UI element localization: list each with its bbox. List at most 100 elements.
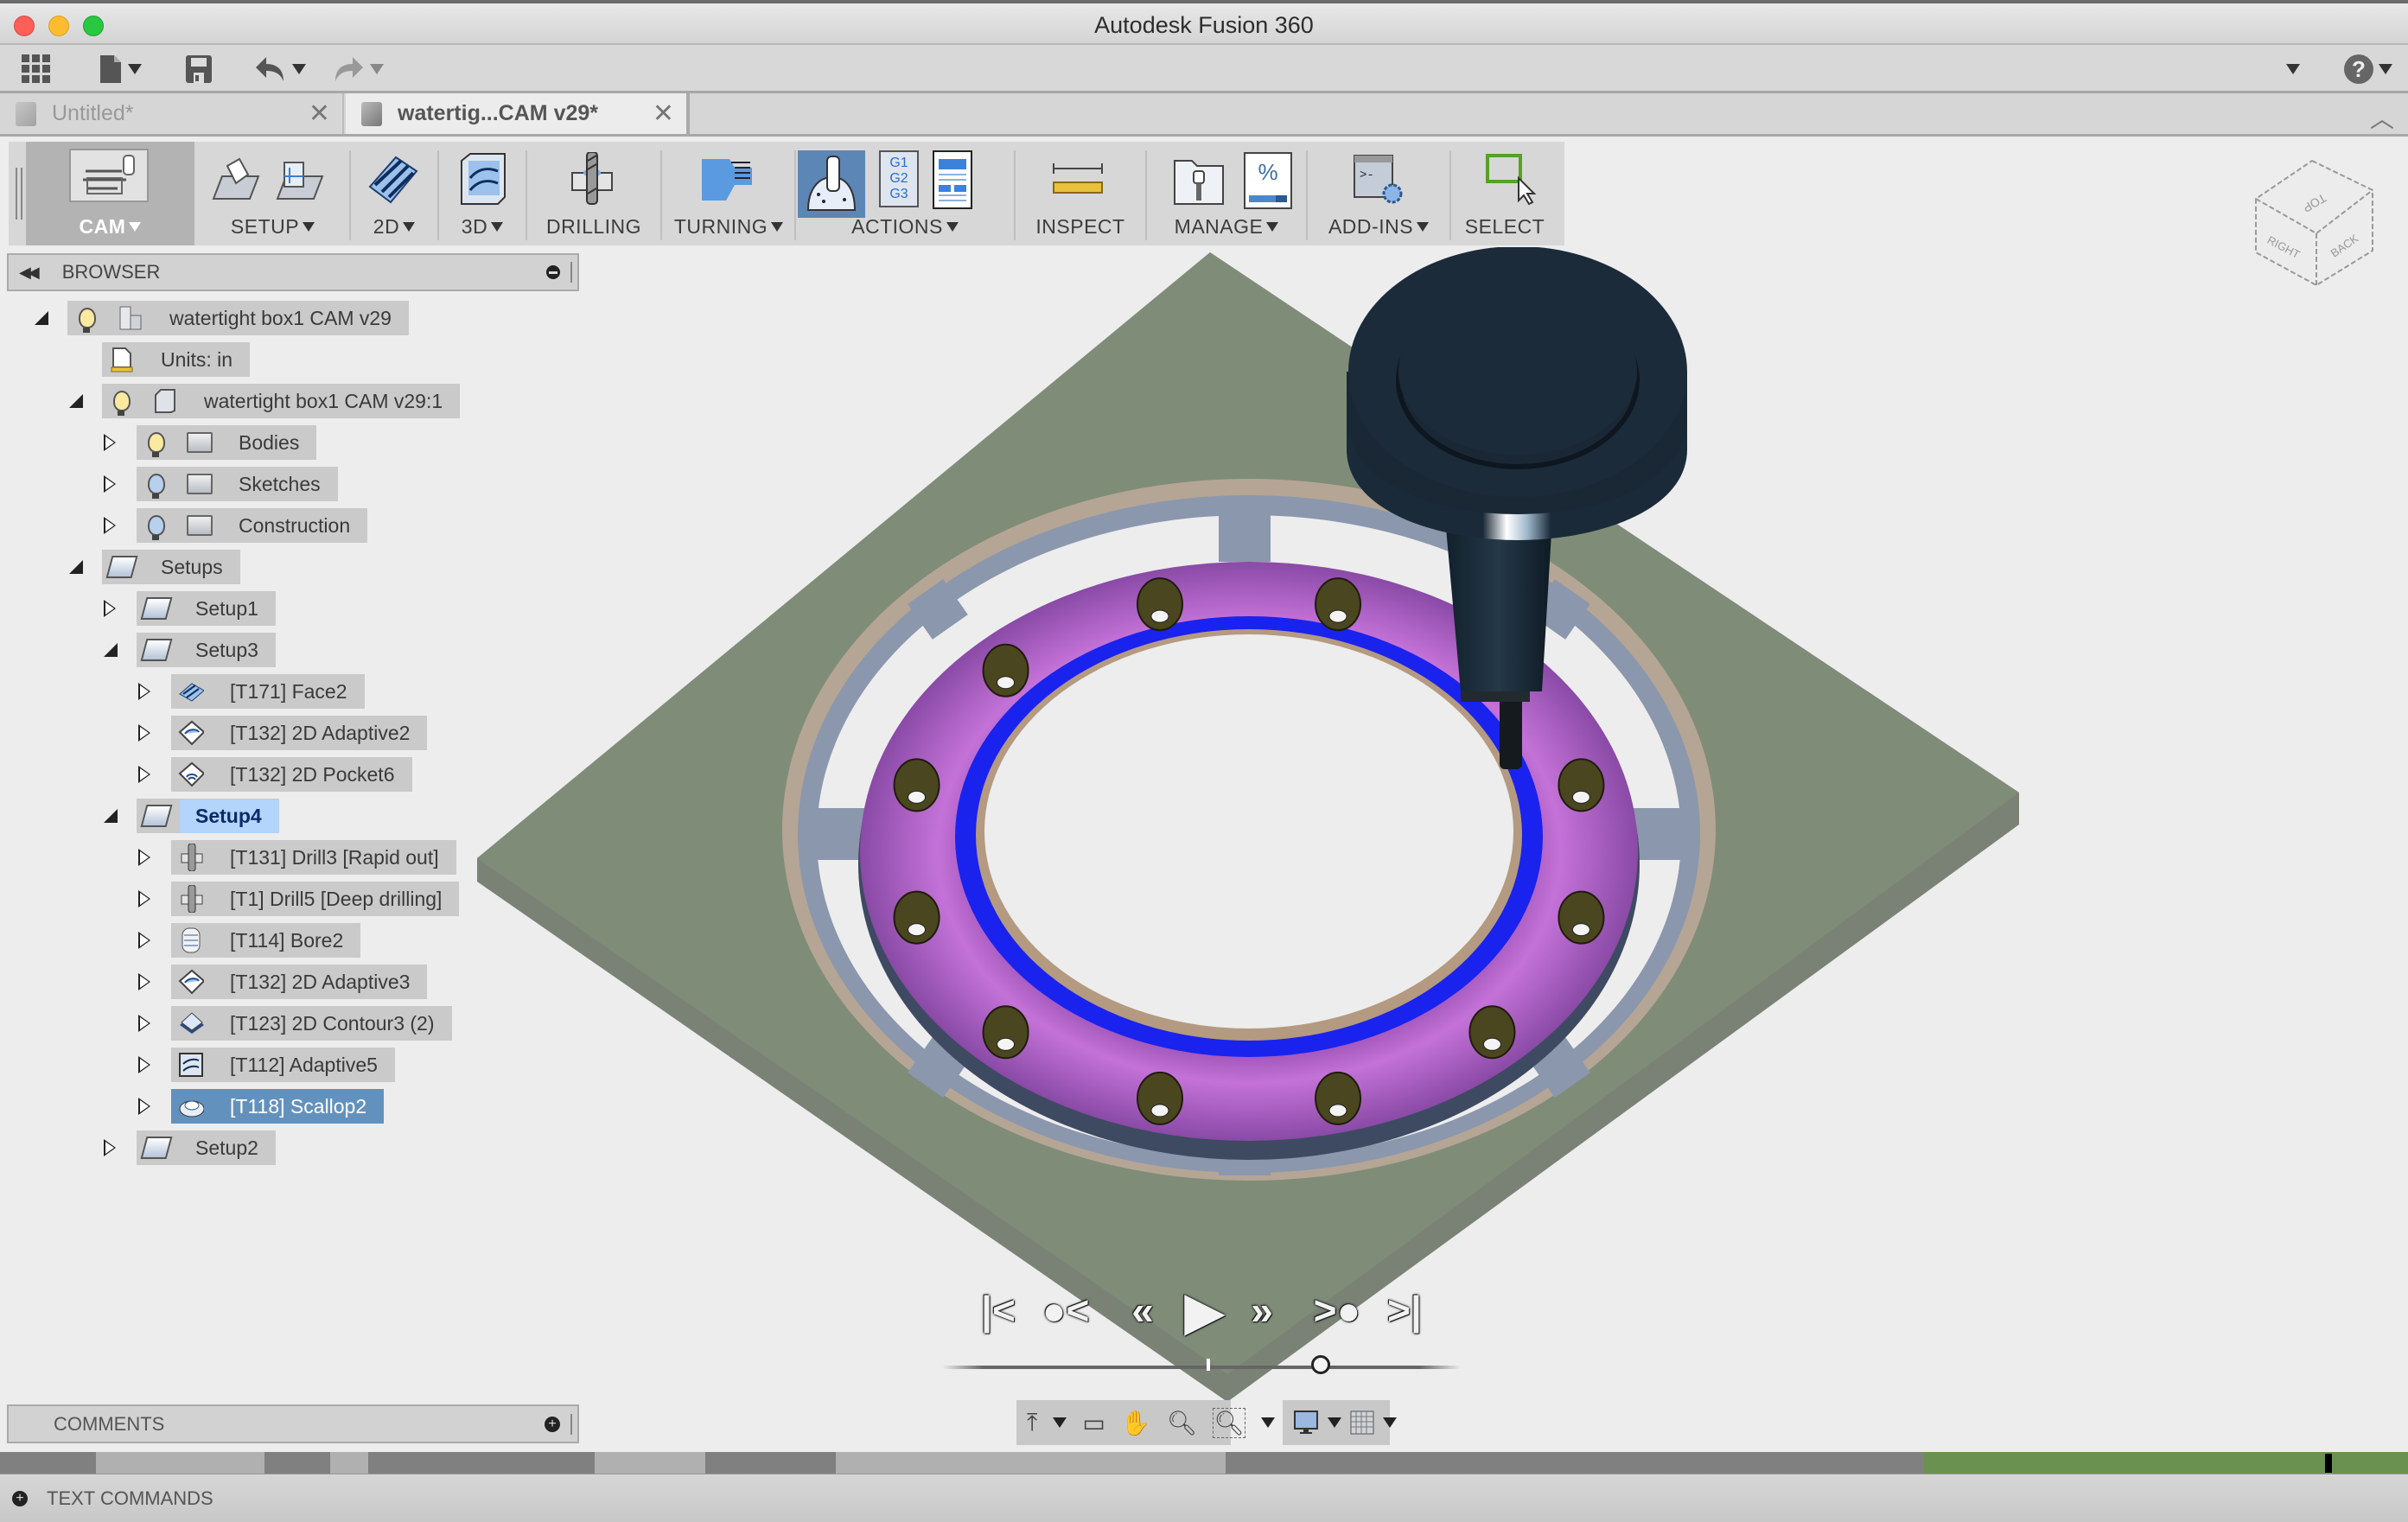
lightbulb-off-icon[interactable] [143, 513, 169, 540]
save-button[interactable] [183, 54, 214, 85]
expand-node-icon[interactable] [104, 600, 116, 617]
setup-sheet-button[interactable] [933, 150, 972, 209]
task-manager-button[interactable]: % [1244, 152, 1292, 209]
3d-viewport[interactable] [0, 247, 2408, 1423]
browser-node[interactable]: Setup1 [137, 591, 276, 626]
browser-node[interactable]: [T171] Face2 [171, 674, 365, 709]
new-setup-icon[interactable] [209, 152, 263, 206]
file-menu-button[interactable] [95, 54, 147, 85]
look-at-icon[interactable]: ▭ [1082, 1409, 1105, 1437]
2d-group[interactable]: 2D [353, 142, 436, 245]
close-tab-icon[interactable]: ✕ [653, 99, 674, 129]
lightbulb-on-icon[interactable] [143, 430, 169, 457]
expand-node-icon[interactable] [104, 1139, 116, 1156]
go-to-end-button[interactable]: >| [1383, 1286, 1426, 1334]
text-commands-bar[interactable]: + TEXT COMMANDS [0, 1474, 2408, 1522]
add-comment-icon[interactable]: + [545, 1416, 560, 1432]
pan-icon[interactable]: ✋ [1121, 1409, 1151, 1437]
browser-node[interactable]: Bodies [137, 425, 317, 460]
grid-icon[interactable] [1350, 1411, 1374, 1435]
timeline-segment[interactable] [595, 1452, 707, 1474]
browser-node[interactable]: [T1] Drill5 [Deep drilling] [171, 882, 460, 916]
browser-node[interactable]: watertight box1 CAM v29:1 [102, 384, 461, 418]
undo-button[interactable] [251, 54, 311, 85]
browser-node[interactable]: Units: in [102, 342, 251, 377]
step-back-button[interactable]: « [1117, 1286, 1169, 1334]
tab-watertight-cam[interactable]: watertig...CAM v29* ✕ [346, 93, 690, 134]
chevron-down-icon[interactable] [1328, 1417, 1341, 1428]
timeline-segment[interactable] [1226, 1452, 1925, 1474]
panel-resize-handle[interactable] [570, 262, 572, 283]
simulation-slider-track[interactable] [942, 1366, 1461, 1369]
chevron-down-icon[interactable] [1260, 1417, 1275, 1428]
timeline-segment[interactable] [368, 1452, 596, 1474]
expand-node-icon[interactable] [104, 475, 116, 493]
browser-node[interactable]: [T123] 2D Contour3 (2) [171, 1006, 452, 1041]
next-operation-button[interactable]: >● [1307, 1286, 1367, 1334]
expand-node-icon[interactable] [138, 1015, 150, 1032]
chevron-down-icon[interactable] [1053, 1417, 1067, 1428]
browser-node[interactable]: [T118] Scallop2 [171, 1089, 385, 1124]
post-process-button[interactable]: G1 G2 G3 [879, 150, 919, 207]
previous-operation-button[interactable]: ●< [1035, 1286, 1096, 1334]
browser-node[interactable]: Setups [102, 550, 240, 584]
expand-node-icon[interactable] [138, 683, 150, 700]
collapse-node-icon[interactable] [104, 809, 118, 823]
panel-resize-handle[interactable] [570, 1413, 572, 1435]
expand-node-icon[interactable] [138, 724, 150, 742]
browser-node[interactable]: watertight box1 CAM v29 [67, 301, 409, 335]
expand-node-icon[interactable] [138, 932, 150, 949]
browser-node[interactable]: [T132] 2D Pocket6 [171, 757, 412, 792]
browser-node[interactable]: Setup3 [137, 633, 276, 667]
expand-node-icon[interactable] [104, 434, 116, 451]
timeline-segment[interactable] [264, 1452, 331, 1474]
expand-node-icon[interactable] [138, 766, 150, 783]
browser-node[interactable]: [T112] Adaptive5 [171, 1048, 395, 1082]
browser-node[interactable]: [T132] 2D Adaptive3 [171, 965, 428, 999]
timeline-segment[interactable] [329, 1452, 370, 1474]
browser-node[interactable]: Setup2 [137, 1130, 276, 1165]
play-button[interactable]: ▶ [1179, 1282, 1231, 1341]
chevron-down-icon[interactable] [1383, 1417, 1397, 1428]
setup-group[interactable]: SETUP [197, 142, 348, 245]
apps-grid-icon[interactable] [19, 54, 54, 85]
display-settings-icon[interactable] [1293, 1410, 1319, 1436]
browser-node[interactable]: Construction [137, 508, 368, 543]
lightbulb-on-icon[interactable] [74, 305, 100, 333]
simulate-button[interactable] [798, 150, 865, 218]
actions-group[interactable]: G1 G2 G3 ACTIONS [798, 142, 1012, 245]
collapse-node-icon[interactable] [69, 394, 83, 408]
browser-node[interactable]: [T131] Drill3 [Rapid out] [171, 840, 456, 875]
timeline-segment[interactable] [835, 1452, 1227, 1474]
orbit-icon[interactable]: ⤒ [1027, 1409, 1037, 1437]
expand-node-icon[interactable] [138, 1098, 150, 1115]
select-group[interactable]: SELECT [1453, 142, 1557, 245]
step-forward-button[interactable]: » [1236, 1286, 1288, 1334]
browser-node[interactable]: Setup4 [137, 799, 279, 833]
drilling-group[interactable]: DRILLING [529, 142, 659, 245]
collapse-node-icon[interactable] [35, 311, 48, 325]
timeline-segment[interactable] [96, 1452, 266, 1474]
browser-node[interactable]: [T114] Bore2 [171, 923, 361, 958]
collapse-browser-icon[interactable]: ◀◀ [19, 264, 40, 282]
zoom-window-icon[interactable]: 🔍︎ [1213, 1407, 1245, 1438]
collapse-node-icon[interactable] [104, 643, 118, 657]
browser-pin-icon[interactable] [546, 265, 560, 279]
user-menu-dropdown[interactable] [2280, 54, 2306, 85]
redo-button[interactable] [328, 54, 389, 85]
stock-setup-icon[interactable] [273, 152, 327, 206]
tab-untitled[interactable]: Untitled* ✕ [0, 93, 344, 134]
workspace-switcher[interactable]: CAM [26, 142, 194, 245]
simulation-slider-thumb[interactable] [1311, 1355, 1330, 1374]
timeline-segment[interactable] [0, 1452, 98, 1474]
lightbulb-on-icon[interactable] [109, 388, 135, 416]
timeline-segment[interactable] [705, 1452, 837, 1474]
manage-group[interactable]: % MANAGE [1149, 142, 1304, 245]
lightbulb-off-icon[interactable] [143, 471, 169, 499]
viewcube[interactable]: TOP RIGHT BACK [2247, 156, 2377, 302]
timeline-marker[interactable] [2325, 1454, 2332, 1473]
3d-group[interactable]: 3D [441, 142, 524, 245]
collapse-node-icon[interactable] [69, 560, 83, 574]
expand-node-icon[interactable] [138, 890, 150, 907]
inspect-group[interactable]: INSPECT [1017, 142, 1143, 245]
